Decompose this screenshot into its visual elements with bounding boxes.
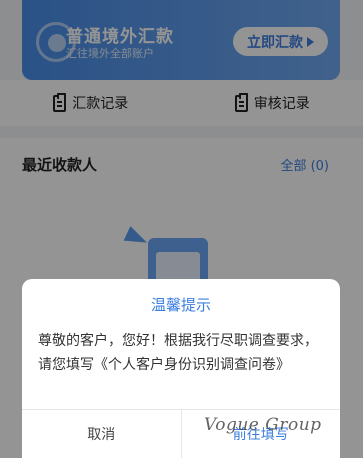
cancel-button[interactable]: 取消	[22, 410, 181, 458]
dialog-message: 尊敬的客户，您好！根据我行尽职调查要求，请您填写《个人客户身份识别调查问卷》	[38, 333, 318, 373]
dialog-title: 温馨提示	[150, 296, 211, 314]
watermark: Vogue Group	[204, 415, 322, 435]
